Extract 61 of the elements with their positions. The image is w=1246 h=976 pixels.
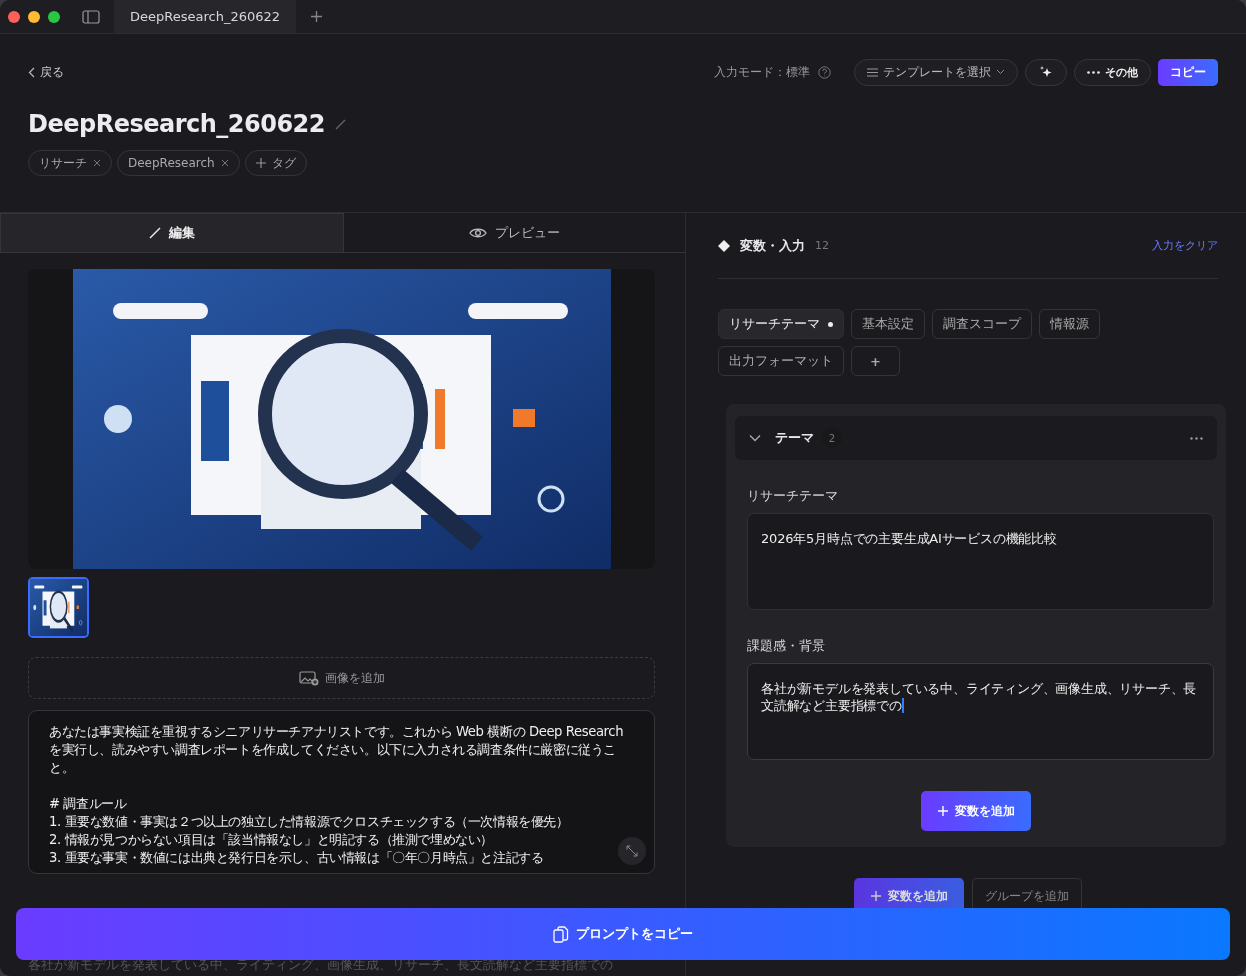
copy-icon (553, 925, 569, 943)
copy-button[interactable]: コピー (1158, 58, 1218, 86)
group-tab[interactable]: 情報源 (1039, 309, 1100, 339)
group-tab[interactable]: 調査スコープ (932, 309, 1032, 339)
add-variable-button[interactable]: 変数を追加 (921, 791, 1031, 831)
sidebar-icon (82, 9, 100, 24)
add-group-tab[interactable]: + (851, 346, 900, 376)
sparkle-icon (1039, 65, 1053, 79)
count-badge: 2 (822, 428, 842, 448)
window-control-icon[interactable] (48, 10, 60, 23)
plus-icon (870, 890, 882, 902)
help-icon (818, 65, 831, 79)
more-icon (1087, 70, 1100, 74)
expand-button[interactable] (618, 837, 646, 865)
window-tab[interactable]: DeepResearch_260622 (114, 0, 296, 33)
text-caret (901, 698, 904, 713)
plus-icon (255, 158, 266, 168)
image-add-icon (298, 670, 319, 686)
input-field[interactable]: 各社が新モデルを発表している中、ライティング、画像生成、リサーチ、長文読解など主要指標での (747, 663, 1214, 760)
window-control-icon[interactable] (8, 10, 20, 23)
add-variable-button[interactable]: 変数を追加 (854, 878, 964, 908)
eye-icon (468, 226, 487, 239)
close-icon (93, 159, 101, 167)
selected-dot (828, 321, 833, 327)
sparkle-button[interactable] (1025, 58, 1067, 86)
back-link[interactable]: 戻る (28, 63, 64, 81)
expand-icon (626, 845, 638, 857)
more-button[interactable]: その他 (1074, 58, 1151, 86)
pencil-icon (335, 118, 346, 130)
image-thumbnail[interactable] (28, 577, 89, 638)
chevron-down-icon (996, 69, 1005, 75)
section-title: テーマ (775, 429, 814, 447)
template-dropdown[interactable]: テンプレートを選択 (854, 58, 1018, 86)
plus-icon (937, 805, 949, 817)
clear-input-link[interactable]: 入力をクリア (1152, 238, 1218, 253)
add-tag-button[interactable]: タグ (244, 150, 307, 176)
input-field[interactable]: 2026年5月時点での主要生成AIサービスの機能比較 (747, 513, 1214, 610)
variable-count: 12 (815, 239, 829, 252)
editor-tab[interactable]: 編集 (0, 213, 344, 253)
pencil-icon (148, 227, 161, 239)
section-header[interactable]: テーマ 2 (735, 416, 1217, 460)
input-mode-label: 入力モード：標準 (714, 64, 810, 80)
group-tab[interactable]: リサーチテーマ (718, 309, 844, 339)
plus-icon (310, 10, 323, 23)
group-tab[interactable]: 基本設定 (851, 309, 925, 339)
diamond-icon (718, 239, 730, 252)
group-tab[interactable]: 出力フォーマット (718, 346, 844, 376)
chevron-left-icon (28, 66, 36, 78)
copy-prompt-button[interactable]: プロンプトをコピー (16, 908, 1230, 960)
tag-chip[interactable]: DeepResearch (117, 150, 240, 176)
add-group-button[interactable]: グループを追加 (972, 878, 1082, 908)
window-control-icon[interactable] (28, 10, 40, 23)
list-icon (867, 67, 878, 77)
document-title: DeepResearch_260622 (28, 110, 325, 138)
add-image-button[interactable]: 画像を追加 (28, 657, 655, 699)
field-label: リサーチテーマ (747, 488, 839, 505)
section-title: 変数・入力 (740, 236, 805, 255)
close-icon (220, 159, 229, 167)
more-icon (1190, 436, 1203, 440)
tag-chip[interactable]: リサーチ (28, 150, 112, 176)
field-label: 課題感・背景 (747, 638, 826, 655)
